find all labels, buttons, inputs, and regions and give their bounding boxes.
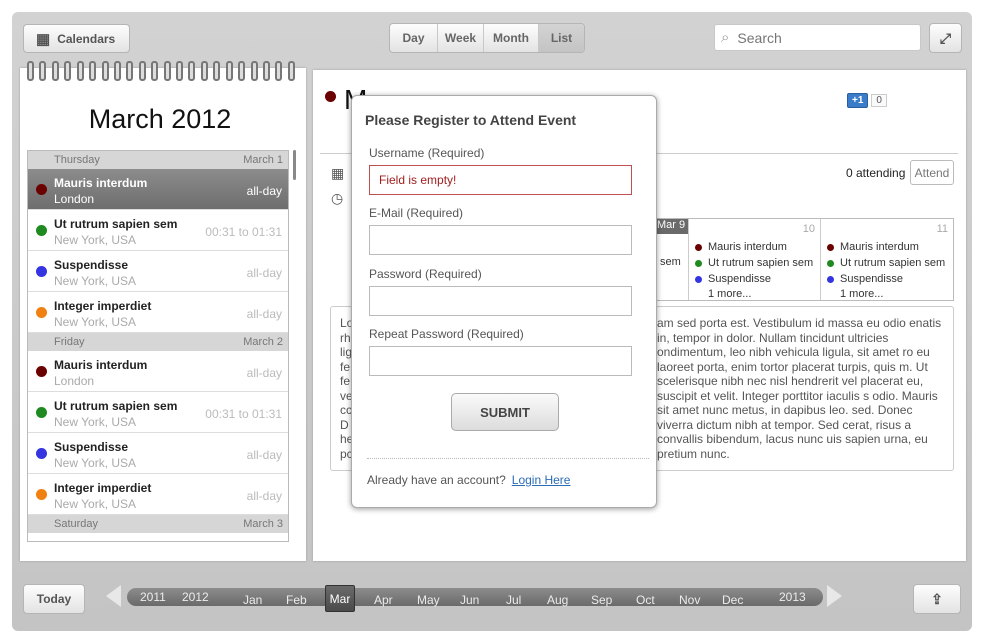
year-2013[interactable]: 2013 xyxy=(779,590,806,604)
month-title: March 2012 xyxy=(88,104,232,134)
tab-week[interactable]: Week xyxy=(438,24,484,52)
event-list: Thursday March 1 Mauris interdum London all… xyxy=(27,150,289,542)
event-color-dot xyxy=(36,489,47,500)
year-2012[interactable]: 2012 xyxy=(182,590,209,604)
register-dialog: Please Register to Attend Event Username… xyxy=(351,95,657,508)
month-aug[interactable]: Aug xyxy=(547,593,568,607)
month-jun[interactable]: Jun xyxy=(460,593,479,607)
week-cell[interactable]: 10 Mauris interdum Ut rutrum sapien sem … xyxy=(689,219,821,300)
tab-day[interactable]: Day xyxy=(390,24,438,52)
list-scrollbar[interactable] xyxy=(293,150,296,180)
calendar-icon: ▦ xyxy=(36,30,51,48)
google-plus-widget[interactable]: +1 0 xyxy=(847,93,887,108)
week-cell[interactable]: 11 Mauris interdum Ut rutrum sapien sem … xyxy=(821,219,953,300)
week-grid: Mar 9 sem 10 Mauris interdum Ut rutrum s… xyxy=(655,218,954,301)
list-item[interactable]: Suspendisse New York, USA all-day xyxy=(28,251,288,292)
login-link[interactable]: Login Here xyxy=(512,473,571,487)
week-cell[interactable]: Mar 9 sem xyxy=(656,219,689,300)
attend-button[interactable]: Attend xyxy=(910,160,954,185)
submit-button[interactable]: SUBMIT xyxy=(451,393,559,431)
list-item[interactable]: Mauris interdum London all-day xyxy=(28,351,288,392)
tab-month[interactable]: Month xyxy=(484,24,539,52)
list-item[interactable]: Integer imperdiet New York, USA all-day xyxy=(28,474,288,515)
username-field[interactable] xyxy=(369,165,632,195)
list-item[interactable]: Ut rutrum sapien sem New York, USA 00:31 t… xyxy=(28,392,288,433)
dialog-title: Please Register to Attend Event xyxy=(365,112,577,128)
list-item[interactable]: Mauris interdum London all-day xyxy=(28,169,288,210)
repeat-password-field[interactable] xyxy=(369,346,632,376)
event-color-dot xyxy=(36,307,47,318)
today-button[interactable]: Today xyxy=(23,584,85,614)
search-input[interactable] xyxy=(737,29,898,46)
repeat-password-label: Repeat Password (Required) xyxy=(369,327,524,341)
fullscreen-button[interactable]: ⤢ xyxy=(929,23,962,53)
username-label: Username (Required) xyxy=(369,146,485,160)
month-may[interactable]: May xyxy=(417,593,440,607)
month-nov[interactable]: Nov xyxy=(679,593,700,607)
event-description: am sed porta est. Vestibulum id massa eu… xyxy=(657,316,942,461)
email-field[interactable] xyxy=(369,225,632,255)
search-icon: ⌕ xyxy=(721,29,730,46)
calendars-button[interactable]: ▦ Calendars xyxy=(23,24,130,53)
list-item[interactable]: Ut rutrum sapien sem New York, USA 00:31 t… xyxy=(28,210,288,251)
event-color-dot xyxy=(325,91,336,102)
event-color-dot xyxy=(36,266,47,277)
search-box: ⌕ xyxy=(714,24,921,51)
password-label: Password (Required) xyxy=(369,267,482,281)
list-item[interactable]: Integer imperdiet New York, USA all-day xyxy=(28,292,288,333)
expand-icon: ⤢ xyxy=(939,29,952,46)
clock-icon: ◷ xyxy=(331,190,344,206)
next-arrow-icon[interactable] xyxy=(827,585,842,607)
event-color-dot xyxy=(36,366,47,377)
list-item[interactable]: Suspendisse New York, USA all-day xyxy=(28,433,288,474)
view-switcher: Day Week Month List xyxy=(389,23,585,53)
share-icon: ⇪ xyxy=(931,590,943,607)
login-prompt: Already have an account? Login Here xyxy=(367,473,571,487)
event-color-dot xyxy=(36,225,47,236)
divider xyxy=(367,458,649,459)
attending-count: 0 attending xyxy=(846,166,906,180)
month-feb[interactable]: Feb xyxy=(286,593,307,607)
event-color-dot xyxy=(36,184,47,195)
day-header: Thursday March 1 xyxy=(28,151,288,169)
share-button[interactable]: ⇪ xyxy=(913,584,961,614)
event-color-dot xyxy=(36,407,47,418)
month-sep[interactable]: Sep xyxy=(591,593,612,607)
month-mar-selected[interactable]: Mar xyxy=(325,585,355,612)
year-2011[interactable]: 2011 xyxy=(140,590,166,604)
tab-list[interactable]: List xyxy=(539,24,584,52)
day-header: Saturday March 3 xyxy=(28,515,288,533)
month-jul[interactable]: Jul xyxy=(506,593,521,607)
calendar-icon: ▦ xyxy=(331,165,345,181)
day-header: Friday March 2 xyxy=(28,333,288,351)
email-label: E-Mail (Required) xyxy=(369,206,464,220)
password-field[interactable] xyxy=(369,286,632,316)
event-color-dot xyxy=(36,448,47,459)
month-dec[interactable]: Dec xyxy=(722,593,743,607)
month-jan[interactable]: Jan xyxy=(243,593,262,607)
spiral-binding xyxy=(27,61,295,83)
month-apr[interactable]: Apr xyxy=(374,593,393,607)
month-oct[interactable]: Oct xyxy=(636,593,655,607)
prev-arrow-icon[interactable] xyxy=(106,585,121,607)
